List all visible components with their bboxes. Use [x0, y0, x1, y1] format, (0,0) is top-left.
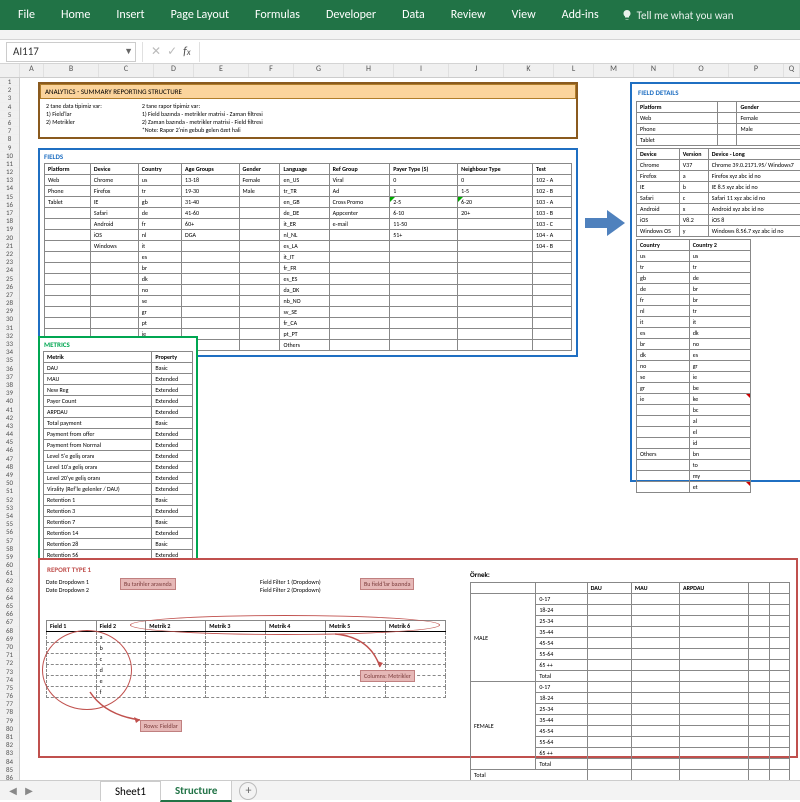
ribbon-tab-insert[interactable]: Insert	[104, 2, 156, 28]
arrow-to-columns-icon	[330, 632, 390, 672]
arrow-icon	[585, 208, 625, 238]
name-box-value: AI117	[13, 45, 39, 58]
ribbon-tab-view[interactable]: View	[500, 2, 548, 28]
fields-title: FIELDS	[40, 150, 576, 163]
field-details-table-1[interactable]: PlatformGenderWebFemalePhoneMaleTablet	[636, 101, 800, 146]
fields-table[interactable]: PlatformDeviceCountryAge GroupsGenderLan…	[44, 163, 572, 351]
ribbon-tab-formulas[interactable]: Formulas	[243, 2, 312, 28]
field-filter-2[interactable]: Field Filter 2 (Dropdown)	[260, 586, 321, 594]
add-sheet-button[interactable]: +	[239, 782, 257, 800]
ribbon-tab-file[interactable]: File	[6, 2, 47, 28]
tab-nav-prev-icon[interactable]: ◀	[6, 784, 20, 797]
summary-box: ANALYTICS - SUMMARY REPORTING STRUCTURE …	[38, 82, 578, 139]
metrics-box: METRICS MetrikPropertyDAUBasicMAUExtende…	[38, 336, 198, 577]
ornek-title: Örnek:	[470, 570, 490, 579]
metrics-table[interactable]: MetrikPropertyDAUBasicMAUExtendedNew Reg…	[43, 351, 193, 572]
metrics-title: METRICS	[40, 338, 196, 351]
formula-bar: AI117 ▼ ✕ ✓ fx	[0, 40, 800, 64]
ribbon-tab-addins[interactable]: Add-ins	[550, 2, 611, 28]
sheet-tab-structure[interactable]: Structure	[160, 780, 232, 802]
ornek-table[interactable]: DAUMAUARPDAUMALE0-17 18-24 25-34 35-44 4…	[470, 582, 790, 780]
sheet-tabs: ◀ ▶ Sheet1 Structure +	[0, 780, 800, 800]
field-details-table-3[interactable]: CountryCountry 2usustrtrgbdedebrfrbrnltr…	[636, 239, 751, 493]
chevron-down-icon[interactable]: ▼	[124, 46, 133, 57]
fields-box: FIELDS PlatformDeviceCountryAge GroupsGe…	[38, 148, 578, 357]
row-headers[interactable]: 1234567891011121314151617181920212223242…	[0, 78, 20, 780]
arrow-to-rows-icon	[85, 690, 145, 725]
cancel-formula-icon[interactable]: ✕	[151, 44, 161, 59]
name-box[interactable]: AI117 ▼	[6, 42, 136, 62]
sheet-tab-sheet1[interactable]: Sheet1	[100, 781, 161, 801]
field-filter-1[interactable]: Field Filter 1 (Dropdown)	[260, 578, 321, 586]
field-details-box: FIELD DETAILS PlatformGenderWebFemalePho…	[630, 82, 800, 482]
summary-right: 2 tane rapor tipimiz var:1) Field bazınd…	[142, 102, 263, 134]
ribbon-tab-developer[interactable]: Developer	[314, 2, 388, 28]
summary-title: ANALYTICS - SUMMARY REPORTING STRUCTURE	[40, 84, 576, 99]
accept-formula-icon[interactable]: ✓	[167, 44, 177, 59]
field-details-table-2[interactable]: DeviceVersionDevice - LongChromeV37Chrom…	[636, 148, 800, 237]
callout-dates: Bu tarihler arasında	[120, 578, 176, 590]
column-headers[interactable]: ABC DEF GHI JKL MNO PQ	[0, 64, 800, 78]
field-details-title: FIELD DETAILS	[634, 86, 800, 99]
ribbon-tab-page-layout[interactable]: Page Layout	[159, 2, 241, 28]
tell-me-label: Tell me what you wan	[637, 9, 734, 22]
report1-title: REPORT TYPE 1	[43, 563, 793, 576]
tab-nav-next-icon[interactable]: ▶	[22, 784, 36, 797]
worksheet[interactable]: ANALYTICS - SUMMARY REPORTING STRUCTURE …	[20, 78, 800, 780]
report1-box: REPORT TYPE 1 Date Dropdown 1 Date Dropd…	[38, 558, 798, 758]
summary-left: 2 tane data tipimiz var:1) Field'lar2) M…	[46, 102, 102, 134]
callout-fields: Bu field'lar bazında	[360, 578, 414, 590]
ribbon-spacer	[0, 30, 800, 40]
ribbon-tab-data[interactable]: Data	[390, 2, 437, 28]
ellipse-cols	[130, 615, 440, 635]
ribbon-tab-review[interactable]: Review	[439, 2, 498, 28]
date-dropdown-2[interactable]: Date Dropdown 2	[46, 586, 89, 594]
ribbon-tab-home[interactable]: Home	[49, 2, 102, 28]
tell-me[interactable]: Tell me what you wan	[621, 9, 734, 22]
callout-rows: Rows: Fieldlar	[140, 720, 182, 732]
formula-input[interactable]	[200, 42, 800, 62]
date-dropdown-1[interactable]: Date Dropdown 1	[46, 578, 89, 586]
lightbulb-icon	[621, 9, 633, 21]
fx-icon[interactable]: fx	[183, 45, 191, 59]
ribbon: File Home Insert Page Layout Formulas De…	[0, 0, 800, 30]
